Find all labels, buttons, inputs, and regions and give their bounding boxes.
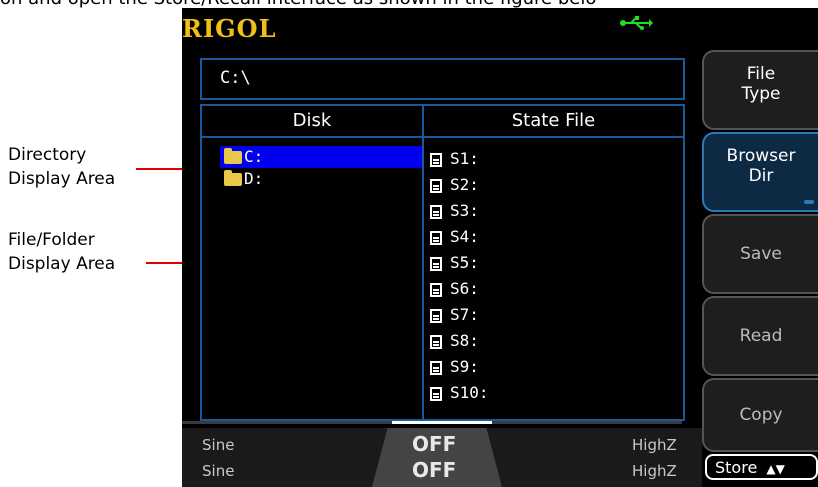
read-softkey[interactable]: Read xyxy=(702,296,818,376)
file-label: S9: xyxy=(450,357,479,376)
file-label: S7: xyxy=(450,305,479,324)
file-icon xyxy=(430,230,442,245)
file-icon xyxy=(430,204,442,219)
file-icon xyxy=(430,308,442,323)
rigol-logo: RIGOL xyxy=(182,14,277,43)
file-list: S1: S2: S3: S4: S5: S6: S7: S8: S9: S10: xyxy=(430,146,680,406)
file-item[interactable]: S7: xyxy=(430,302,680,328)
file-item[interactable]: S9: xyxy=(430,354,680,380)
file-item[interactable]: S10: xyxy=(430,380,680,406)
up-down-icon: ▲▼ xyxy=(766,462,785,476)
path-bar: C:\ xyxy=(200,58,685,100)
ch2-load: HighZ xyxy=(632,462,677,480)
callout-file-folder-line2: Display Area xyxy=(8,254,116,274)
browser-panel: Disk State File C: D: S1: S2: S3: S4: S5… xyxy=(200,104,685,421)
browser-label-2: Dir xyxy=(748,166,774,186)
file-icon xyxy=(430,256,442,271)
file-item[interactable]: S8: xyxy=(430,328,680,354)
file-type-softkey[interactable]: File Type xyxy=(702,50,818,130)
file-item[interactable]: S6: xyxy=(430,276,680,302)
scrollbar-thumb[interactable] xyxy=(392,421,492,424)
file-icon xyxy=(430,282,442,297)
directory-item-d[interactable]: D: xyxy=(220,168,422,190)
document-text: on and open the Store/Recall interface a… xyxy=(0,0,818,9)
file-item[interactable]: S5: xyxy=(430,250,680,276)
file-label: S1: xyxy=(450,149,479,168)
file-type-label-1: File xyxy=(746,64,776,84)
ch2-waveform: Sine xyxy=(202,462,235,480)
file-icon xyxy=(430,386,442,401)
softkey-indicator xyxy=(804,200,814,204)
read-label: Read xyxy=(739,326,783,346)
panel-divider xyxy=(422,106,424,419)
file-label: S2: xyxy=(450,175,479,194)
state-file-header: State File xyxy=(511,110,596,131)
file-label: S6: xyxy=(450,279,479,298)
channel-status-bar: Sine Sine OFF OFF HighZ HighZ xyxy=(182,428,702,487)
directory-list: C: D: xyxy=(220,146,422,190)
callout-directory-label: Directory Display Area xyxy=(8,143,115,191)
usb-icon xyxy=(619,16,653,30)
ch1-waveform: Sine xyxy=(202,436,235,454)
folder-icon xyxy=(224,148,242,164)
directory-item-c[interactable]: C: xyxy=(220,146,422,168)
file-label: S3: xyxy=(450,201,479,220)
folder-icon xyxy=(224,170,242,186)
copy-softkey[interactable]: Copy xyxy=(702,378,818,452)
ch1-output-state[interactable]: OFF xyxy=(412,432,456,456)
browser-label-1: Browser xyxy=(726,146,796,166)
instrument-screen: RIGOL C:\ Disk State File C: D: S1: S2: … xyxy=(182,8,818,487)
file-label: S5: xyxy=(450,253,479,272)
copy-label: Copy xyxy=(739,405,783,425)
current-path: C:\ xyxy=(220,68,251,88)
file-label: S10: xyxy=(450,383,489,402)
ch2-output-state[interactable]: OFF xyxy=(412,458,456,482)
directory-label: D: xyxy=(244,169,264,188)
ch1-load: HighZ xyxy=(632,436,677,454)
file-label: S4: xyxy=(450,227,479,246)
file-icon xyxy=(430,178,442,193)
callout-directory-line2: Display Area xyxy=(8,169,116,189)
callout-directory-line1: Directory xyxy=(8,145,87,165)
file-icon xyxy=(430,334,442,349)
file-type-label-2: Type xyxy=(741,84,781,104)
file-item[interactable]: S3: xyxy=(430,198,680,224)
store-pager[interactable]: Store ▲▼ xyxy=(705,454,818,480)
callout-file-folder-label: File/Folder Display Area xyxy=(8,228,115,276)
callout-file-folder-line1: File/Folder xyxy=(8,230,95,250)
browser-softkey[interactable]: Browser Dir xyxy=(702,132,818,212)
save-softkey[interactable]: Save xyxy=(702,214,818,294)
directory-label: C: xyxy=(244,147,264,166)
store-label: Store xyxy=(715,458,758,477)
save-label: Save xyxy=(740,244,782,264)
file-item[interactable]: S1: xyxy=(430,146,680,172)
header-divider xyxy=(202,136,683,138)
file-item[interactable]: S2: xyxy=(430,172,680,198)
file-label: S8: xyxy=(450,331,479,350)
file-icon xyxy=(430,360,442,375)
disk-header: Disk xyxy=(292,110,332,131)
file-item[interactable]: S4: xyxy=(430,224,680,250)
file-icon xyxy=(430,152,442,167)
